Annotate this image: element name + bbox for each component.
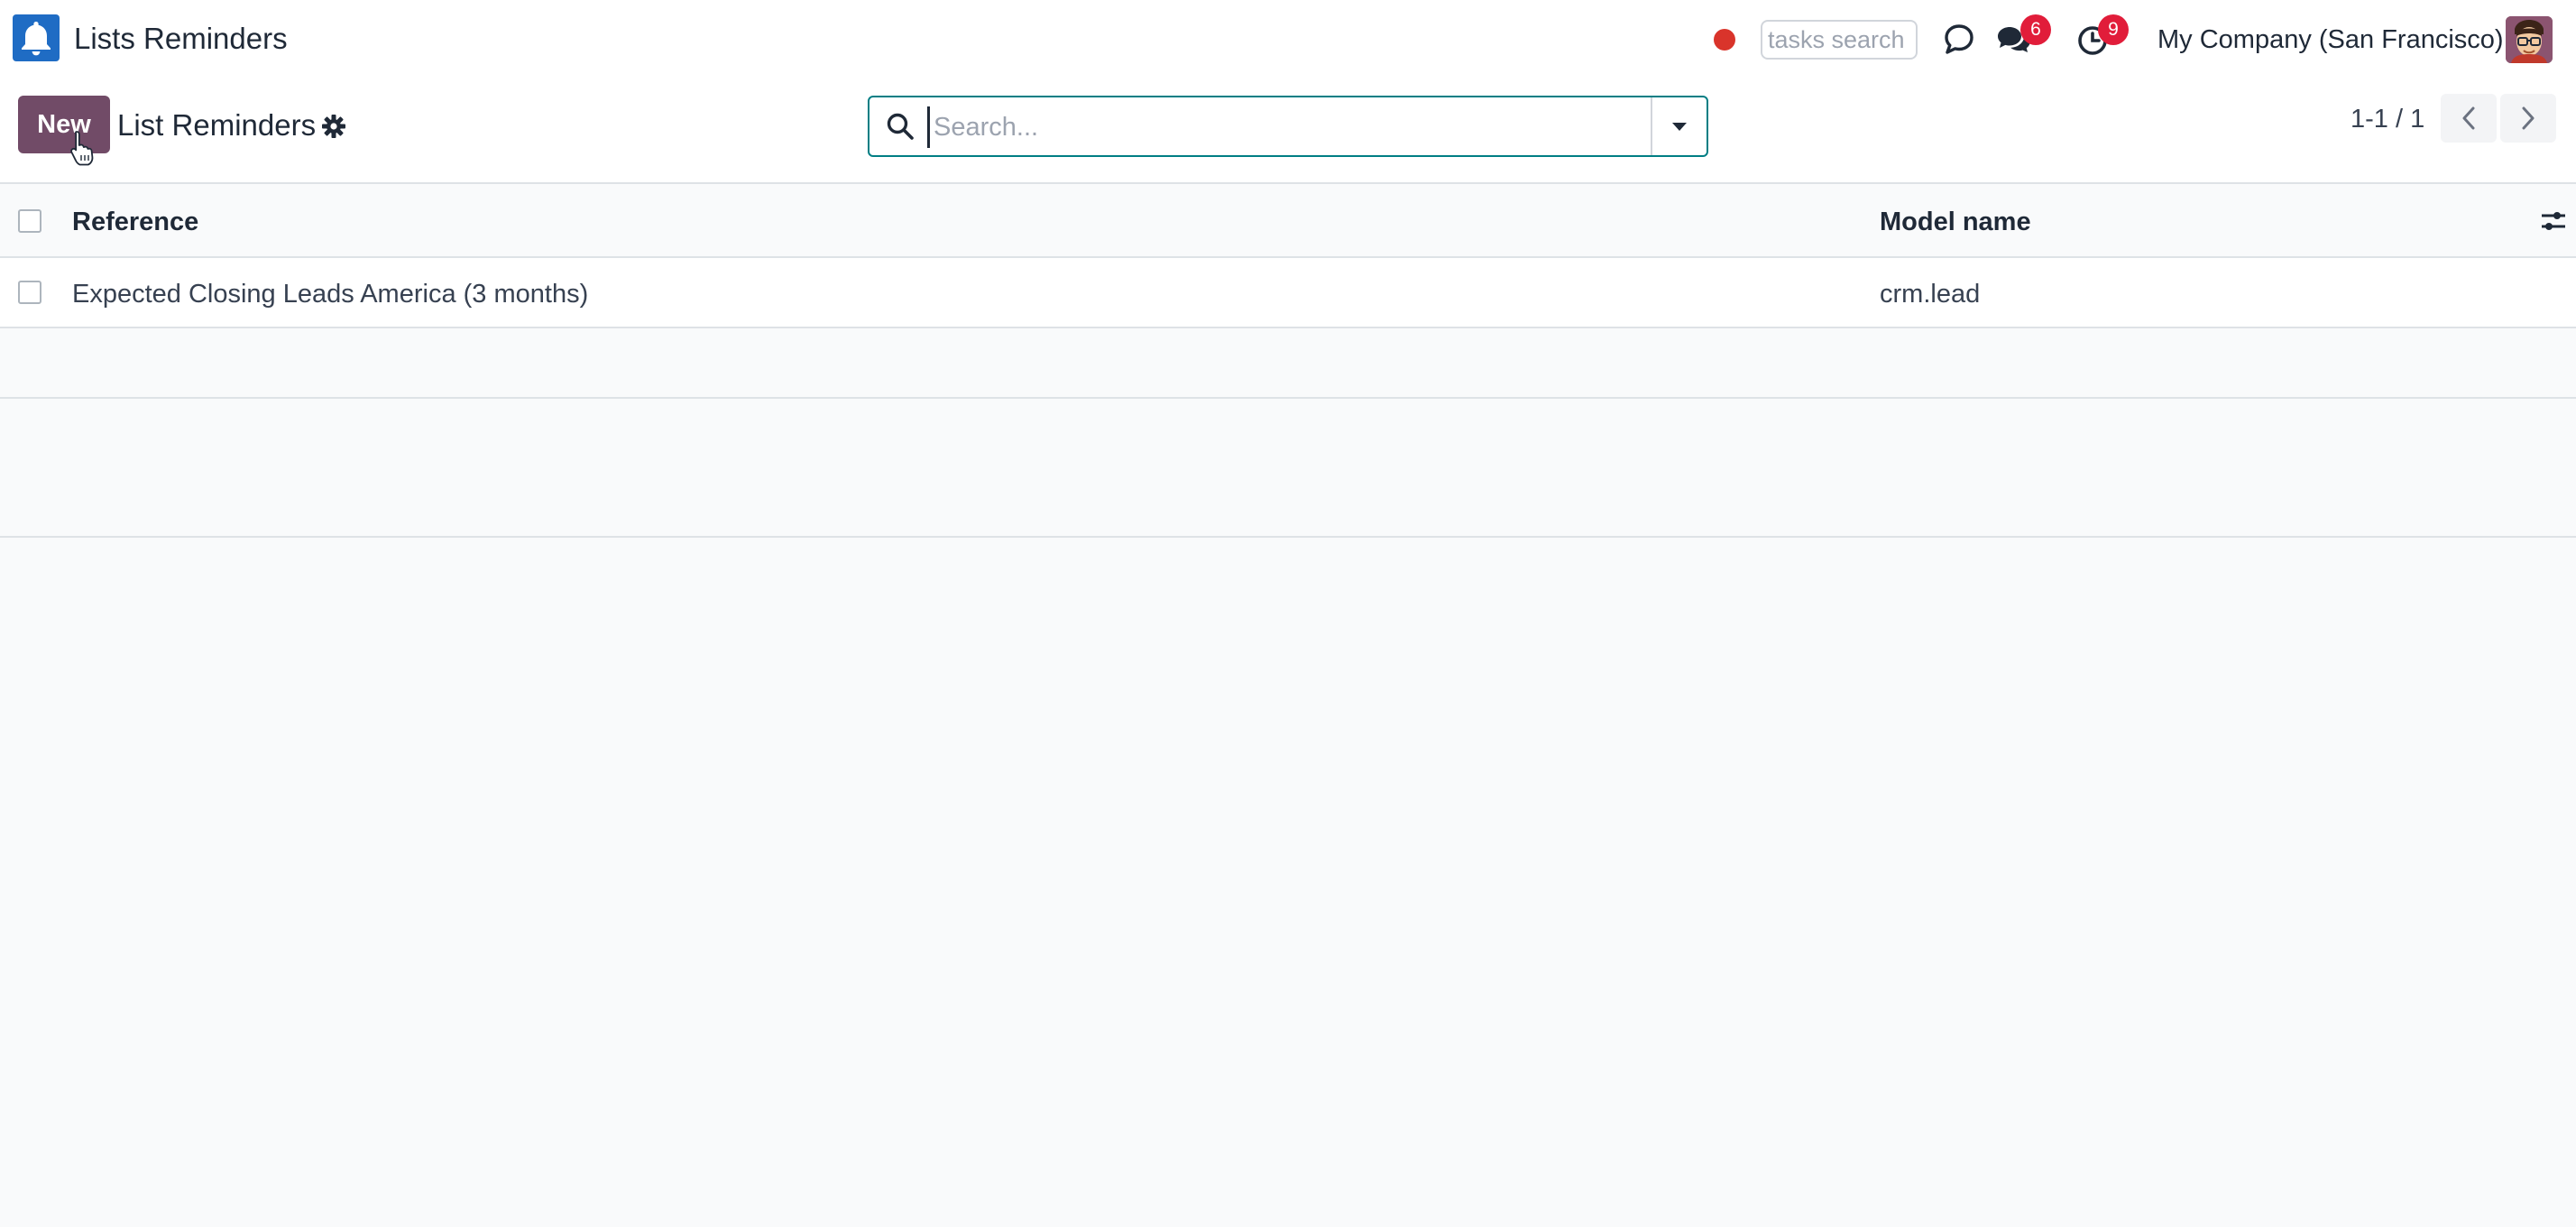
empty-row	[0, 467, 2576, 538]
search-input[interactable]	[927, 106, 1621, 148]
chevron-left-icon	[2462, 106, 2475, 130]
app-logo[interactable]	[13, 14, 60, 61]
pager-value[interactable]: 1-1 / 1	[2351, 105, 2424, 134]
pointer-cursor-icon	[69, 130, 96, 171]
messages-count-badge: 6	[2020, 14, 2051, 45]
column-header-model-name[interactable]: Model name	[1880, 208, 2031, 237]
bell-icon	[22, 22, 51, 56]
chevron-right-icon	[2522, 106, 2535, 130]
search-bar	[868, 96, 1708, 157]
top-navbar: Lists Reminders 6 9 My Company (San Fran…	[0, 0, 2576, 79]
tasks-search-input[interactable]	[1761, 20, 1918, 60]
settings-gear-icon[interactable]	[321, 114, 346, 143]
new-button[interactable]: New	[18, 96, 110, 153]
page-title: List Reminders	[117, 108, 317, 142]
list-header: Reference Model name	[0, 184, 2576, 258]
empty-row	[0, 328, 2576, 399]
recording-indicator[interactable]	[1714, 29, 1735, 51]
row-select-checkbox[interactable]	[18, 281, 41, 304]
table-row[interactable]: Expected Closing Leads America (3 months…	[0, 258, 2576, 328]
select-all-checkbox[interactable]	[18, 209, 41, 233]
pager-previous-button[interactable]	[2441, 94, 2497, 143]
app-title[interactable]: Lists Reminders	[74, 22, 288, 56]
caret-down-icon	[1672, 123, 1687, 131]
column-header-reference[interactable]: Reference	[72, 208, 198, 237]
user-avatar[interactable]	[2506, 16, 2553, 63]
pager-next-button[interactable]	[2500, 94, 2556, 143]
cell-model-name[interactable]: crm.lead	[1880, 280, 1980, 309]
company-switcher[interactable]: My Company (San Francisco)	[2157, 25, 2504, 55]
search-options-toggle[interactable]	[1651, 97, 1707, 155]
optional-columns-icon[interactable]	[2540, 208, 2567, 239]
discuss-chat-icon[interactable]	[1939, 22, 1979, 58]
cell-reference[interactable]: Expected Closing Leads America (3 months…	[72, 280, 588, 309]
empty-row	[0, 399, 2576, 469]
control-panel: New List Reminders Search... 1-1 / 1	[0, 79, 2576, 184]
search-icon	[886, 112, 915, 145]
activities-count-badge: 9	[2098, 14, 2129, 45]
